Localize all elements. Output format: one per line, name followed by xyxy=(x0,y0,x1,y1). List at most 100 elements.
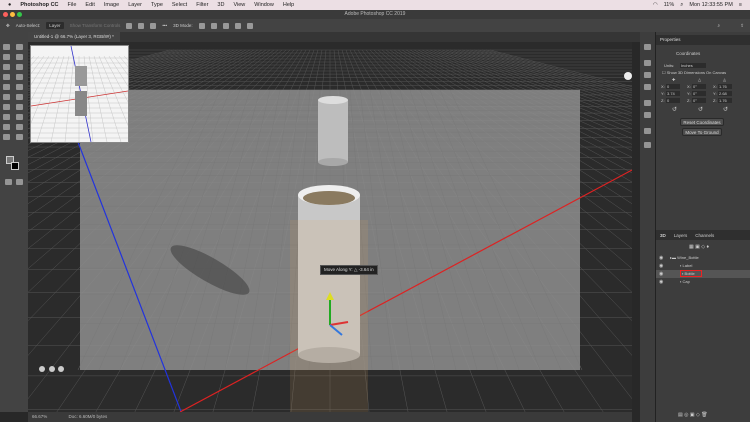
background-color[interactable] xyxy=(11,162,19,170)
blur-tool-icon[interactable] xyxy=(3,104,10,110)
gradient-tool-icon[interactable] xyxy=(16,94,23,100)
battery-level[interactable]: 11% xyxy=(664,2,675,8)
properties-tab[interactable]: Properties xyxy=(656,35,750,45)
tools-icon[interactable] xyxy=(644,128,651,134)
menu-file[interactable]: File xyxy=(68,2,77,8)
panel-footer-icons[interactable]: ▤ ◎ ▣ ◇ 🗑 xyxy=(678,412,708,418)
adjustments-icon[interactable] xyxy=(644,84,651,90)
menu-help[interactable]: Help xyxy=(283,2,294,8)
menu-type[interactable]: Type xyxy=(151,2,163,8)
move-to-ground-button[interactable]: Move To Ground xyxy=(682,128,722,136)
tab-layers[interactable]: Layers xyxy=(674,233,688,238)
eye-icon[interactable]: ◉ xyxy=(659,278,663,286)
properties-icon[interactable] xyxy=(644,72,651,78)
align-icon[interactable] xyxy=(138,23,144,29)
rot-z-field[interactable]: 0° xyxy=(692,98,706,103)
close-window-button[interactable] xyxy=(3,12,8,17)
clock[interactable]: Mon 12:33:55 PM xyxy=(689,2,732,8)
filter-icons[interactable]: ▦ ▣ ◇ ♦ xyxy=(689,244,709,250)
menu-filter[interactable]: Filter xyxy=(196,2,208,8)
show-transform-controls[interactable]: Show Transform Controls xyxy=(70,23,121,28)
search-icon[interactable]: ⌕ xyxy=(717,23,720,28)
align-icon[interactable] xyxy=(150,23,156,29)
zoom-tool-icon[interactable] xyxy=(16,134,23,140)
pan-icon[interactable] xyxy=(223,23,229,29)
marquee-tool-icon[interactable] xyxy=(16,44,23,50)
minimize-window-button[interactable] xyxy=(10,12,15,17)
menu-view[interactable]: View xyxy=(233,2,245,8)
brush-settings-icon[interactable] xyxy=(644,60,651,66)
apple-icon[interactable]: ● xyxy=(8,2,11,8)
3d-materials-icon[interactable] xyxy=(644,142,651,148)
orbit-icon[interactable] xyxy=(199,23,205,29)
pos-z-field[interactable]: 0 xyxy=(666,98,680,103)
eyedropper-icon[interactable] xyxy=(16,64,23,70)
menu-3d[interactable]: 3D xyxy=(217,2,224,8)
pen-tool-icon[interactable] xyxy=(3,114,10,120)
align-icon[interactable] xyxy=(126,23,132,29)
menu-image[interactable]: Image xyxy=(104,2,119,8)
lasso-tool-icon[interactable] xyxy=(3,54,10,60)
character-icon[interactable] xyxy=(644,100,651,106)
menu-window[interactable]: Window xyxy=(254,2,274,8)
screen-mode-icon[interactable] xyxy=(16,179,23,185)
units-dropdown[interactable]: Inches xyxy=(680,63,706,68)
scale-z-field[interactable]: 1.76 xyxy=(718,98,732,103)
menu-list-icon[interactable]: ≡ xyxy=(739,2,742,8)
move-tool-icon[interactable]: ✥ xyxy=(6,23,10,29)
document-tab[interactable]: Untitled-1 @ 66.7% (Layer 3, RGB/8#) * xyxy=(28,32,120,42)
roll-icon[interactable] xyxy=(211,23,217,29)
eye-icon[interactable]: ◉ xyxy=(659,254,663,262)
zoom-level[interactable]: 66.67% xyxy=(32,414,47,419)
doc-size[interactable]: Doc: 6.60M/0 bytes xyxy=(69,414,108,419)
eye-icon[interactable]: ◉ xyxy=(659,270,663,278)
slide-icon[interactable] xyxy=(235,23,241,29)
history-brush-icon[interactable] xyxy=(16,84,23,90)
search-icon[interactable]: ⌕ xyxy=(680,2,683,9)
crop-tool-icon[interactable] xyxy=(3,64,10,70)
wifi-icon[interactable]: ◠ xyxy=(653,2,658,8)
layer-row-selected[interactable]: ◉▪ Bottle xyxy=(656,270,750,278)
stamp-tool-icon[interactable] xyxy=(3,84,10,90)
scale-x-field[interactable]: 1.76 xyxy=(718,84,732,89)
quick-mask-icon[interactable] xyxy=(5,179,12,185)
menu-layer[interactable]: Layer xyxy=(128,2,142,8)
rot-x-field[interactable]: 0° xyxy=(692,84,706,89)
type-tool-icon[interactable] xyxy=(16,114,23,120)
scale-y-field[interactable]: 2.68 xyxy=(718,91,732,96)
layer-row[interactable]: ◉▸▬ Wine_Bottle xyxy=(656,254,750,262)
scale-icon[interactable] xyxy=(247,23,253,29)
reset-coordinates-button[interactable]: Reset Coordinates xyxy=(680,118,724,126)
paragraph-icon[interactable] xyxy=(644,112,651,118)
magic-wand-icon[interactable] xyxy=(16,54,23,60)
dodge-tool-icon[interactable] xyxy=(16,104,23,110)
path-select-icon[interactable] xyxy=(3,124,10,130)
auto-select-dropdown[interactable]: Layer xyxy=(46,22,63,29)
history-icon[interactable] xyxy=(644,44,651,50)
menu-edit[interactable]: Edit xyxy=(85,2,94,8)
healing-tool-icon[interactable] xyxy=(3,74,10,80)
rot-y-field[interactable]: 0° xyxy=(692,91,706,96)
menu-app[interactable]: Photoshop CC xyxy=(20,2,58,8)
reset-rotation-icon[interactable]: ↺ xyxy=(698,106,703,113)
show-3d-dimensions-checkbox[interactable]: ☐ Show 3D Dimensions On Canvas xyxy=(662,70,726,75)
reset-position-icon[interactable]: ↺ xyxy=(672,106,677,113)
pos-x-field[interactable]: 0 xyxy=(666,84,680,89)
eye-icon[interactable]: ◉ xyxy=(659,262,663,270)
layer-row[interactable]: ◉▪ Cap xyxy=(656,278,750,286)
tab-3d[interactable]: 3D xyxy=(660,233,666,238)
eraser-tool-icon[interactable] xyxy=(3,94,10,100)
pos-y-field[interactable]: 3.74 xyxy=(666,91,680,96)
layer-row[interactable]: ◉▪ Label xyxy=(656,262,750,270)
tab-channels[interactable]: Channels xyxy=(695,233,714,238)
3d-secondary-view[interactable] xyxy=(30,45,129,143)
menu-select[interactable]: Select xyxy=(172,2,187,8)
maximize-window-button[interactable] xyxy=(17,12,22,17)
more-icon[interactable]: ••• xyxy=(162,23,167,28)
hand-tool-icon[interactable] xyxy=(3,134,10,140)
reset-scale-icon[interactable]: ↺ xyxy=(723,106,728,113)
auto-select-label[interactable]: Auto-Select: xyxy=(16,23,41,28)
shape-tool-icon[interactable] xyxy=(16,124,23,130)
move-tool-icon[interactable] xyxy=(3,44,10,50)
brush-tool-icon[interactable] xyxy=(16,74,23,80)
